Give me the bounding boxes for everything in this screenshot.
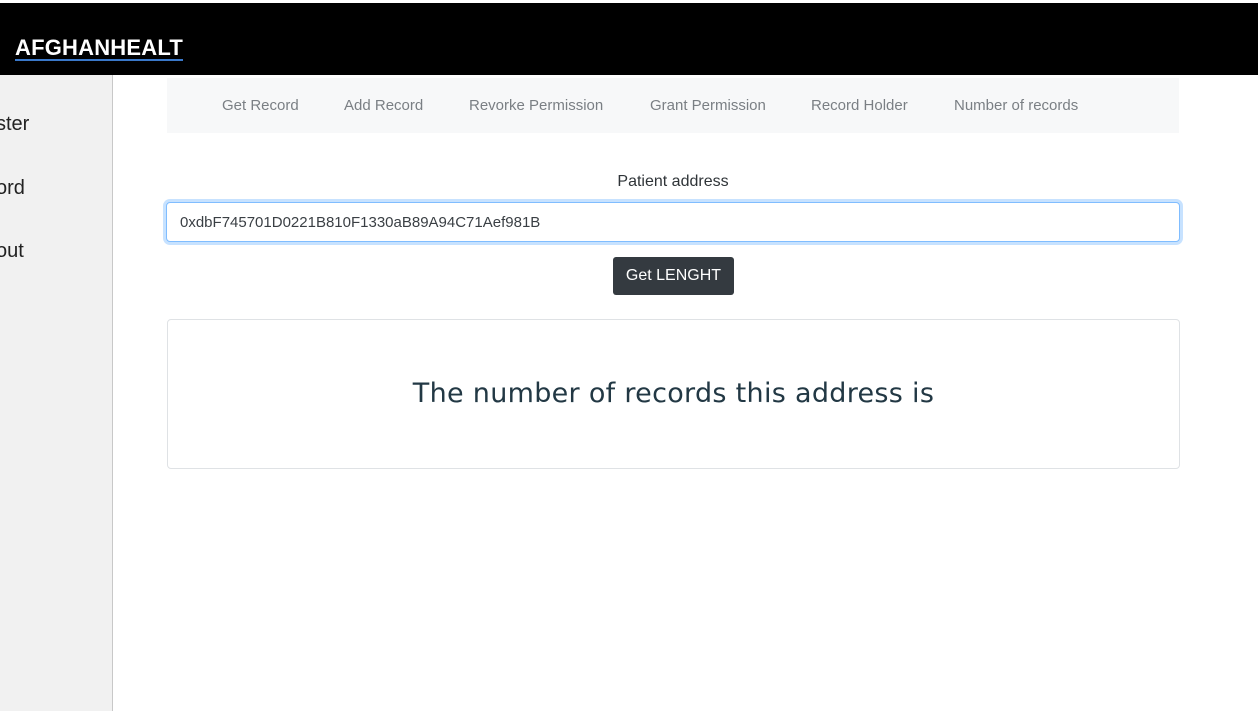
tab-revoke-permission[interactable]: Revorke Permission [469,97,603,114]
top-navbar: AFGHANHEALT [0,0,1258,75]
brand-link[interactable]: AFGHANHEALT [15,35,183,61]
tab-grant-permission[interactable]: Grant Permission [650,97,766,114]
tab-number-of-records[interactable]: Number of records [954,97,1078,114]
sidebar-item-logout[interactable]: out [0,240,24,263]
tab-record-holder[interactable]: Record Holder [811,97,908,114]
tab-add-record[interactable]: Add Record [344,97,423,114]
get-length-button[interactable]: Get LENGHT [613,257,734,295]
record-subnav: Get Record Add Record Revorke Permission… [167,78,1179,133]
tab-get-record[interactable]: Get Record [222,97,299,114]
sidebar-item-record[interactable]: ord [0,177,25,200]
result-card: The number of records this address is [167,319,1180,469]
patient-address-input[interactable] [166,202,1180,242]
patient-address-label: Patient address [617,173,729,190]
sidebar: ster ord out [0,75,113,711]
sidebar-item-register[interactable]: ster [0,113,29,136]
result-text: The number of records this address is [412,378,935,409]
